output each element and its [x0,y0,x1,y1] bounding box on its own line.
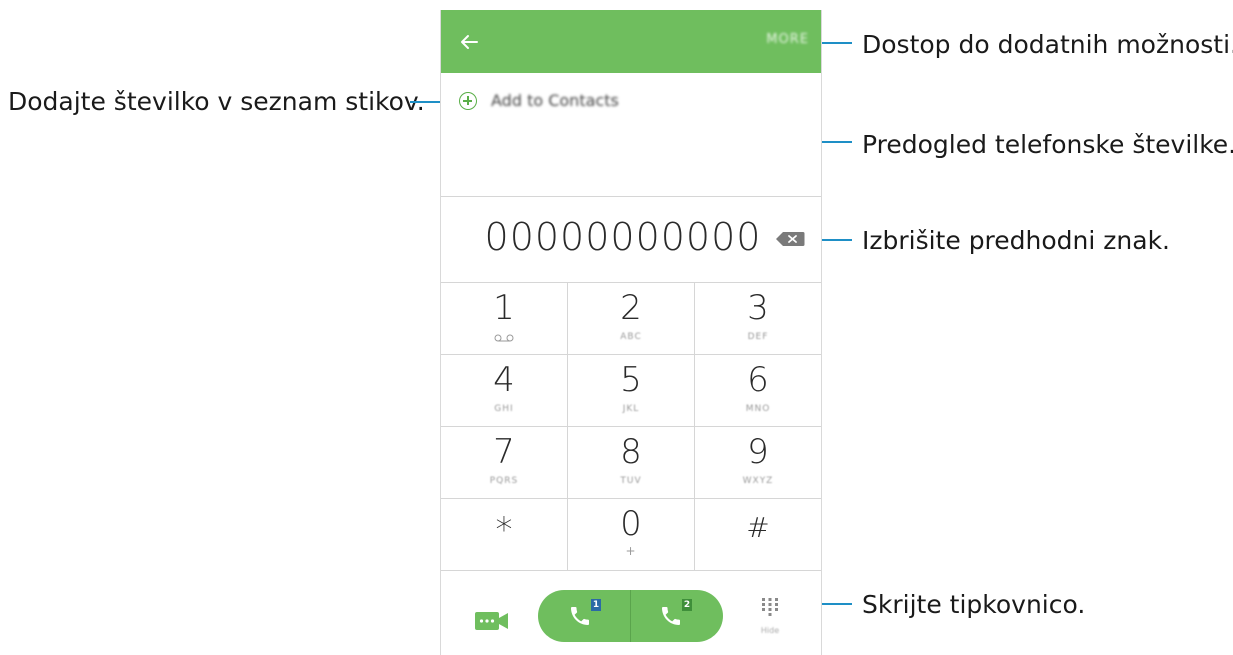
key-digit: 9 [747,432,769,472]
key-hash[interactable]: # [695,498,821,570]
key-digit: 4 [493,360,515,400]
key-6[interactable]: 6 MNO [695,354,821,426]
dial-keypad: 1 2 ABC 3 DEF 4 GHI 5 JKL 6 MNO 7 PQRS 8… [441,282,821,570]
key-letters: JKL [622,404,640,414]
key-digit: 2 [620,288,642,328]
key-digit: 5 [620,360,642,400]
app-bar: MORE [441,10,821,73]
key-letters: PQRS [489,476,519,486]
key-digit: 1 [493,288,515,328]
key-5[interactable]: 5 JKL [568,354,694,426]
key-2[interactable]: 2 ABC [568,282,694,354]
dialer-action-bar: 1 2 Hide [441,570,821,655]
phone-icon [662,607,680,625]
key-digit: 6 [747,360,769,400]
key-letters: MNO [745,404,771,414]
key-digit: 0 [620,504,642,544]
call-buttons: 1 2 [538,590,723,642]
phone-icon [571,607,589,625]
plus-circle-icon [459,92,477,110]
hide-keypad-label: Hide [760,626,780,635]
callout-add-contact: Dodajte številko v seznam stikov. [8,87,425,116]
callout-number-preview: Predogled telefonske številke. [862,130,1233,159]
key-0[interactable]: 0 + [568,498,694,570]
key-letters: TUV [620,476,642,486]
call-sim1-button[interactable]: 1 [538,590,630,642]
key-digit: 3 [747,288,769,328]
key-3[interactable]: 3 DEF [695,282,821,354]
key-digit: * [495,510,513,550]
key-8[interactable]: 8 TUV [568,426,694,498]
add-to-contacts-button[interactable]: Add to Contacts [441,82,821,122]
key-letters: DEF [747,332,769,342]
hide-keypad-button[interactable]: Hide [757,596,783,636]
key-digit: 7 [493,432,515,472]
arrow-left-icon[interactable] [455,28,483,56]
key-letters: GHI [494,404,514,414]
keypad-icon [762,598,778,616]
key-digit: 8 [620,432,642,472]
callout-more-options: Dostop do dodatnih možnosti. [862,30,1233,59]
backspace-icon[interactable] [775,231,805,247]
sim2-badge: 2 [682,599,692,611]
more-button[interactable]: MORE [766,32,809,47]
phone-number-display[interactable]: 00000000000 [441,215,821,259]
key-7[interactable]: 7 PQRS [441,426,567,498]
key-digit: # [746,511,770,544]
key-letters: ABC [620,332,642,342]
voicemail-icon [494,334,514,342]
number-area-top-divider [441,196,821,197]
key-letters: WXYZ [742,476,774,486]
key-1[interactable]: 1 [441,282,567,354]
key-9[interactable]: 9 WXYZ [695,426,821,498]
key-plus: + [625,544,637,558]
key-star[interactable]: * [441,498,567,570]
add-to-contacts-label: Add to Contacts [491,91,619,110]
callout-hide-keypad: Skrijte tipkovnico. [862,590,1086,619]
sim1-badge: 1 [591,599,601,611]
phone-screen: MORE Add to Contacts 00000000000 1 2 ABC [440,10,822,655]
video-call-icon[interactable] [475,610,509,632]
callout-delete-char: Izbrišite predhodni znak. [862,226,1170,255]
call-sim2-button[interactable]: 2 [631,590,723,642]
key-4[interactable]: 4 GHI [441,354,567,426]
